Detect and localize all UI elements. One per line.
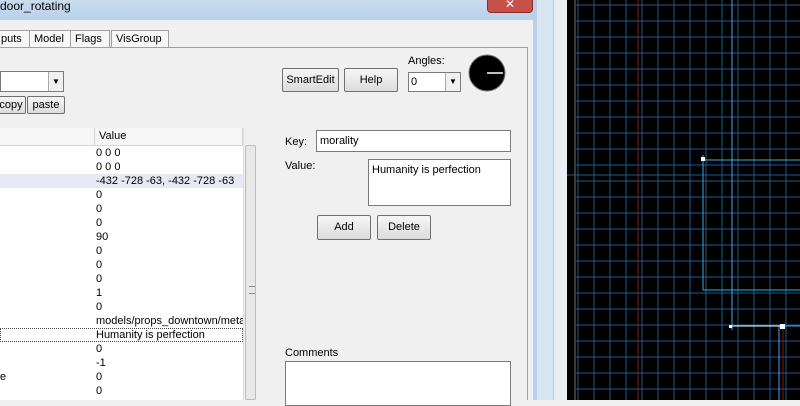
vertex-handle[interactable] xyxy=(780,324,785,329)
row-value: 0 xyxy=(96,371,103,383)
table-row[interactable]: 1 xyxy=(0,286,243,300)
keyvalue-list[interactable]: Value 0 0 0 0 0 0 -432 -728 -63, -432 -728… xyxy=(0,128,257,400)
window-title: door_rotating xyxy=(0,0,71,13)
vertex-handle[interactable] xyxy=(729,325,732,328)
row-value: 0 xyxy=(96,189,103,201)
comments-input[interactable] xyxy=(285,361,511,406)
table-row[interactable]: 90 xyxy=(0,230,243,244)
table-row[interactable]: models/props_downtown/meta xyxy=(0,314,243,328)
table-row[interactable]: 0 xyxy=(0,300,243,314)
tab-model[interactable]: Model xyxy=(29,30,73,48)
table-row[interactable]: 0 xyxy=(0,244,243,258)
close-button[interactable]: ✕ xyxy=(487,0,533,13)
table-row[interactable]: 0 xyxy=(0,384,243,398)
angles-select[interactable]: 0 ▼ xyxy=(408,72,461,92)
row-value: -1 xyxy=(96,357,106,369)
tab-visgroup[interactable]: VisGroup xyxy=(111,30,169,48)
tab-label: puts xyxy=(1,33,22,45)
panel-border xyxy=(527,47,528,400)
header-value[interactable]: Value xyxy=(95,128,243,145)
table-row[interactable]: -432 -728 -63, -432 -728 -63 xyxy=(0,174,243,188)
copy-button[interactable]: copy xyxy=(0,96,26,114)
table-row[interactable]: 0 xyxy=(0,216,243,230)
viewport-2d[interactable] xyxy=(567,0,800,400)
row-key: e xyxy=(0,371,7,383)
tab-label: Model xyxy=(34,33,64,45)
grid-lines xyxy=(575,0,800,400)
help-button[interactable]: Help xyxy=(344,68,398,92)
tab-flags[interactable]: Flags xyxy=(70,30,110,48)
splitter-bar[interactable] xyxy=(553,0,568,400)
value-input[interactable]: Humanity is perfection xyxy=(368,159,511,206)
list-scrollbar[interactable] xyxy=(243,128,257,400)
comments-label: Comments xyxy=(285,347,339,359)
add-button[interactable]: Add xyxy=(317,215,371,240)
tab-baseline xyxy=(0,47,528,48)
angles-label: Angles: xyxy=(408,55,445,67)
row-value: 0 0 0 xyxy=(96,147,121,159)
paste-button[interactable]: paste xyxy=(27,96,65,114)
row-value: 0 xyxy=(96,301,103,313)
window-titlebar: door_rotating ✕ xyxy=(0,0,537,20)
grip-icon xyxy=(249,286,255,294)
table-row[interactable]: 0 xyxy=(0,342,243,356)
smartedit-button[interactable]: SmartEdit xyxy=(282,68,339,92)
chevron-down-icon: ▼ xyxy=(445,73,460,91)
value-label: Value: xyxy=(285,160,316,172)
table-row[interactable]: 0 xyxy=(0,202,243,216)
row-value: 0 xyxy=(96,245,103,257)
table-row[interactable]: 0 xyxy=(0,258,243,272)
angles-value: 0 xyxy=(411,76,418,88)
class-select[interactable]: ▼ xyxy=(0,71,64,92)
row-value: 0 0 0 xyxy=(96,161,121,173)
table-row[interactable]: 0 0 0 xyxy=(0,160,243,174)
table-row[interactable]: 0 xyxy=(0,188,243,202)
scrollbar-thumb[interactable] xyxy=(245,145,256,400)
row-value: 90 xyxy=(96,231,109,243)
row-value: Humanity is perfection xyxy=(96,329,205,341)
table-row[interactable]: e0 xyxy=(0,370,243,384)
row-value: 0 xyxy=(96,273,103,285)
row-value: -432 -728 -63, -432 -728 -63 xyxy=(96,175,235,187)
row-value: 0 xyxy=(96,217,103,229)
table-row[interactable]: Humanity is perfection xyxy=(0,328,243,342)
list-header: Value xyxy=(0,128,243,146)
table-row[interactable]: -1 xyxy=(0,356,243,370)
vertex-handle[interactable] xyxy=(701,157,705,161)
header-property[interactable] xyxy=(0,128,95,145)
tab-label: VisGroup xyxy=(116,33,162,45)
key-label: Key: xyxy=(285,136,308,148)
close-icon: ✕ xyxy=(505,0,516,11)
row-value: models/props_downtown/meta xyxy=(96,315,243,327)
row-value: 0 xyxy=(96,203,103,215)
chevron-down-icon: ▼ xyxy=(48,72,63,91)
key-input[interactable]: morality xyxy=(316,130,511,152)
row-value: 0 xyxy=(96,343,103,355)
angle-dial[interactable] xyxy=(468,54,506,92)
delete-button[interactable]: Delete xyxy=(377,215,431,240)
row-value: 1 xyxy=(96,287,103,299)
table-row[interactable]: 0 0 0 xyxy=(0,146,243,160)
row-value: 0 xyxy=(96,259,103,271)
row-value: 0 xyxy=(96,385,103,397)
table-row[interactable]: 0 xyxy=(0,272,243,286)
tab-label: Flags xyxy=(75,33,102,45)
viewport-grid xyxy=(567,0,800,400)
